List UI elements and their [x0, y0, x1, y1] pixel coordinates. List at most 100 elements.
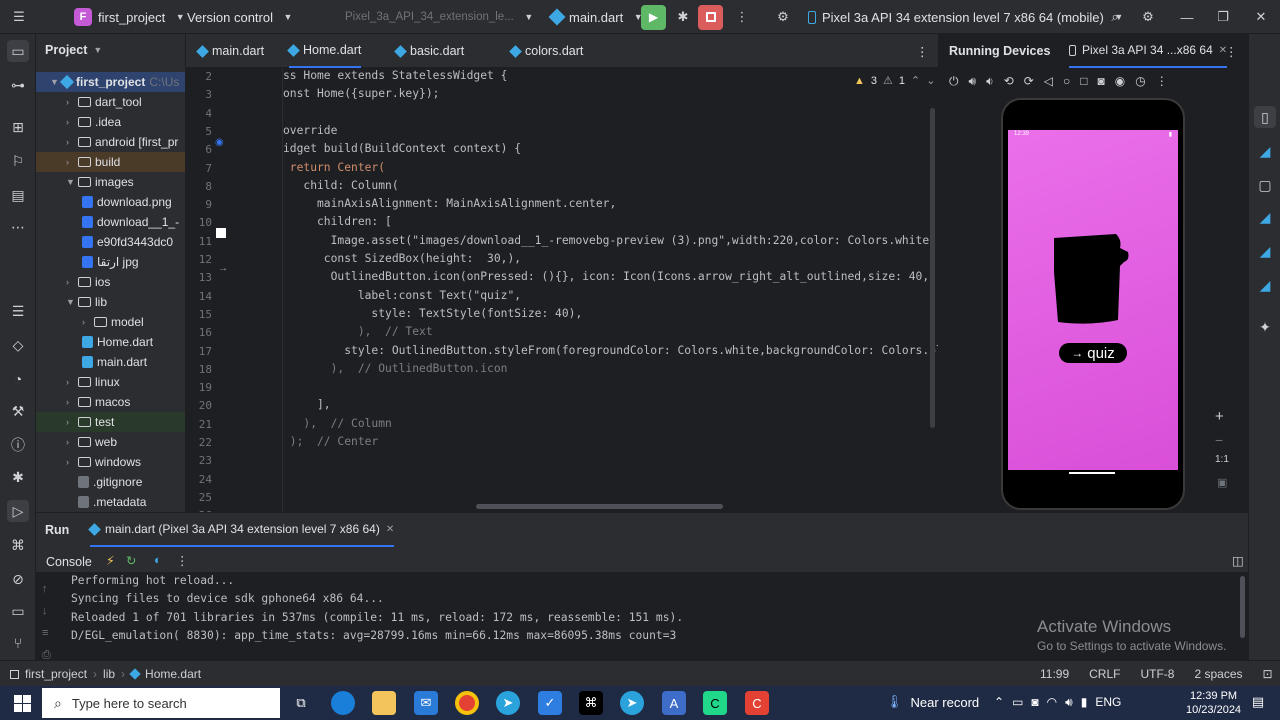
build-tool-button[interactable]: ⚒ [7, 400, 29, 422]
stop-button[interactable] [698, 0, 723, 34]
code-line[interactable]: ss Home extends StatelessWidget { [283, 69, 507, 82]
code-line[interactable]: label:const Text("quiz", [283, 289, 521, 302]
commit-tool-button[interactable]: ⊶ [7, 74, 29, 96]
file-explorer-taskbar-icon[interactable] [372, 691, 396, 715]
flutter-performance-button[interactable]: ◢ [1254, 240, 1276, 262]
chevron-right-icon[interactable]: › [66, 417, 74, 427]
battery-icon[interactable]: ▮ [1081, 695, 1088, 710]
inspection-widget[interactable]: ▲ 3 ⚠ 1 ⌃ ⌄ [854, 74, 935, 88]
clock[interactable]: 12:39 PM 10/23/2024 [1186, 689, 1241, 717]
tab-options-button[interactable]: ⋮ [916, 34, 929, 68]
vcs-menu[interactable]: Version control ▼ [187, 0, 297, 34]
main-menu-button[interactable]: ☰ [10, 0, 28, 34]
run-button[interactable]: ▶ [641, 0, 666, 34]
layout-icon[interactable]: ◫ [1232, 553, 1244, 568]
tree-item[interactable]: › macos [36, 392, 185, 412]
device-manager-tool-button[interactable]: ▢ [1254, 174, 1276, 196]
volume-icon[interactable]: 🔊︎ [1065, 695, 1073, 710]
code-line[interactable]: return Center( [283, 161, 385, 174]
task-view-button[interactable]: ⧉ [289, 691, 313, 715]
file-encoding[interactable]: UTF-8 [1140, 667, 1174, 681]
language-indicator[interactable]: ENG [1095, 695, 1121, 710]
telegram2-taskbar-icon[interactable]: ➤ [620, 691, 644, 715]
code-line[interactable]: style: OutlinedButton.styleFrom(foregrou… [283, 344, 938, 357]
running-devices-tool-button[interactable]: ▯ [1254, 106, 1276, 128]
run-config-selector[interactable]: main.dart ▼ [548, 0, 647, 34]
quiz-button[interactable]: → quiz [1059, 343, 1127, 363]
problems-button[interactable]: ⊘ [7, 568, 29, 590]
code-line[interactable]: OutlinedButton.icon(onPressed: (){}, ico… [283, 270, 938, 283]
zoom-in-icon[interactable]: + [1215, 408, 1224, 425]
horizontal-scrollbar[interactable] [476, 504, 723, 509]
weather-widget[interactable]: 🌡︎ Near record [886, 694, 979, 710]
tree-item[interactable]: › ios [36, 272, 185, 292]
color-preview-swatch[interactable] [216, 228, 226, 238]
run-config-tab[interactable]: main.dart (Pixel 3a API 34 extension lev… [88, 513, 395, 547]
rotate-right-icon[interactable]: ⟳ [1024, 74, 1034, 89]
settings-button[interactable]: ⚙ [1139, 0, 1157, 34]
chevron-right-icon[interactable]: › [66, 457, 74, 467]
app-quality-button[interactable]: ✱ [7, 466, 29, 488]
code-line[interactable]: ); // Center [283, 435, 378, 448]
problems-tool-button[interactable]: ⓘ [7, 434, 29, 456]
overview-icon[interactable]: □ [1080, 74, 1087, 89]
line-separator[interactable]: CRLF [1089, 667, 1120, 681]
chevron-right-icon[interactable]: › [66, 377, 74, 387]
vertical-scrollbar[interactable] [930, 108, 935, 428]
chevron-right-icon[interactable]: › [66, 137, 74, 147]
rotate-left-icon[interactable]: ⟲ [1004, 74, 1014, 89]
tree-item[interactable]: .metadata [36, 492, 185, 512]
more-vertical-icon[interactable]: ⋮ [176, 553, 189, 568]
tree-item[interactable]: ▼ lib [36, 292, 185, 312]
flutter-outline-button[interactable]: ◢ [1254, 206, 1276, 228]
tree-root[interactable]: ▼ first_project C:\Us [36, 72, 185, 92]
volume-down-icon[interactable]: 🔉︎ [986, 74, 994, 89]
code-line[interactable]: ), // OutlinedButton.icon [283, 362, 508, 375]
zoom-actual-size[interactable]: 1:1 [1215, 454, 1229, 465]
code-editor[interactable]: ▲ 3 ⚠ 1 ⌃ ⌄ ◉ → 2 ss Home extends Stateless… [186, 68, 938, 512]
close-icon[interactable]: ✕ [386, 524, 394, 535]
avd-combo[interactable]: Pixel_3a_API_34_extension_le... ▼ [345, 0, 538, 34]
chrome-taskbar-icon[interactable] [455, 691, 479, 715]
code-line[interactable]: Image.asset("images/download__1_-removeb… [283, 234, 938, 247]
more-tools-button[interactable]: ⋯ [7, 216, 29, 238]
phone-screen[interactable]: 12:39 ▮ → quiz [1008, 130, 1178, 470]
chevron-down-icon[interactable]: ▼ [66, 297, 75, 307]
gemini-tool-button[interactable]: ◇ [7, 334, 29, 356]
zoom-fit-icon[interactable]: ▣ [1217, 476, 1227, 489]
android-studio-taskbar-icon[interactable]: A [662, 691, 686, 715]
hot-restart-icon[interactable]: ↻ [126, 553, 136, 568]
resource-manager-button[interactable]: ▤ [7, 184, 29, 206]
code-line[interactable]: override [283, 124, 337, 137]
power-icon[interactable]: ⏻ [949, 74, 959, 89]
override-gutter-icon[interactable]: ◉ [215, 137, 224, 148]
terminal-tool-button[interactable]: ▭ [7, 600, 29, 622]
code-line[interactable]: ], [283, 398, 331, 411]
telegram-taskbar-icon[interactable]: ➤ [496, 691, 520, 715]
todo-tool-button[interactable]: ☰ [7, 300, 29, 322]
console-scrollbar[interactable] [1240, 576, 1245, 638]
run-tool-button[interactable]: ▷ [7, 500, 29, 522]
minimize-button[interactable]: — [1178, 0, 1196, 34]
windows-start-button[interactable] [10, 691, 34, 715]
mail-taskbar-icon[interactable]: ✉ [414, 691, 438, 715]
lock-icon[interactable]: ⊡ [1263, 667, 1273, 681]
tree-item[interactable]: › linux [36, 372, 185, 392]
project-switcher[interactable]: F first_project ▼ [74, 0, 189, 34]
chevron-down-icon[interactable]: ▼ [66, 177, 75, 187]
indent-setting[interactable]: 2 spaces [1194, 667, 1242, 681]
back-icon[interactable]: ◁ [1044, 74, 1053, 89]
notifications-button[interactable]: ▤ [1248, 692, 1268, 712]
tree-item[interactable]: › .idea [36, 112, 185, 132]
code-line[interactable]: onst Home({super.key}); [283, 87, 439, 100]
more-actions-button[interactable]: ⋮ [733, 0, 751, 34]
todo-taskbar-icon[interactable]: ✓ [538, 691, 562, 715]
tab-colors-dart[interactable]: colors.dart [509, 34, 583, 68]
tree-item[interactable]: › model [36, 312, 185, 332]
code-line[interactable]: idget build(BuildContext context) { [283, 142, 521, 155]
home-icon[interactable]: ○ [1063, 74, 1070, 89]
devtools-icon[interactable]: ◐ [154, 553, 162, 567]
profiler-tool-button[interactable]: ◔ [7, 368, 29, 390]
chevron-right-icon[interactable]: › [66, 277, 74, 287]
code-line[interactable]: ), // Column [283, 417, 391, 430]
